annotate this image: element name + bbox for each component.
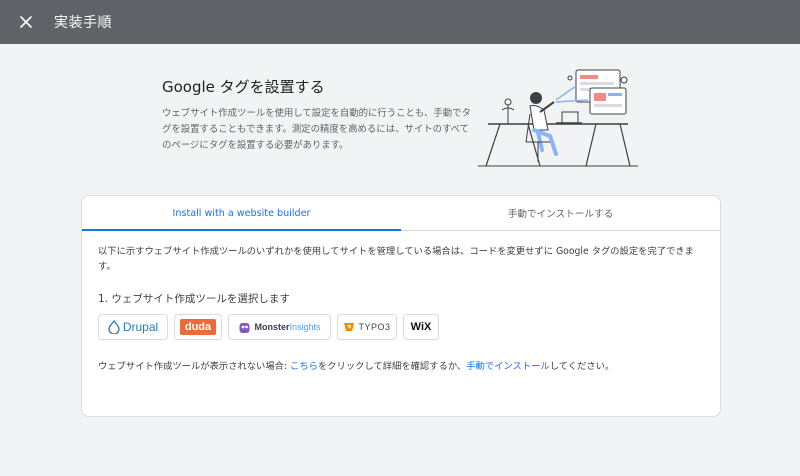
more-info-link[interactable]: こちら: [290, 361, 318, 372]
step-title: 1. ウェブサイト作成ツールを選択します: [98, 293, 290, 305]
typo3-icon: [344, 323, 355, 331]
manual-install-link[interactable]: 手動でインストール: [466, 361, 550, 372]
drupal-drop-icon: [108, 320, 120, 334]
drupal-option[interactable]: Drupal: [98, 314, 168, 340]
tab-manual-install[interactable]: 手動でインストールする: [401, 196, 720, 230]
page-title: 実装手順: [54, 15, 112, 31]
typo3-option[interactable]: TYPO3: [337, 314, 397, 340]
monsterinsights-monster-icon: [239, 322, 250, 333]
tab-website-builder[interactable]: Install with a website builder: [82, 196, 401, 231]
wix-option[interactable]: WiX: [403, 314, 439, 340]
top-app-bar: 実装手順: [0, 0, 800, 44]
person-at-desk-illustration: [478, 69, 638, 167]
tab-panel-website-builder: 以下に示すウェブサイト作成ツールのいずれかを使用してサイトを管理している場合は、…: [82, 244, 720, 372]
duda-label: duda: [179, 319, 217, 335]
intro-description: ウェブサイト作成ツールを使用して設定を自動的に行うことも、手動でタグを設置するこ…: [162, 108, 471, 151]
close-icon: [20, 16, 32, 28]
close-button[interactable]: [4, 0, 48, 44]
monsterinsights-label: MonsterInsights: [254, 322, 321, 332]
wix-label: WiX: [410, 321, 432, 333]
typo3-label: TYPO3: [358, 322, 391, 332]
builder-description: 以下に示すウェブサイト作成ツールのいずれかを使用してサイトを管理している場合は、…: [98, 246, 694, 272]
install-tabs: Install with a website builder 手動でインストール…: [82, 196, 720, 231]
intro-title: Google タグを設置する: [162, 78, 325, 96]
builder-logo-list: Drupal duda MonsterInsights TYPO3 WiX: [98, 314, 704, 340]
drupal-label: Drupal: [122, 320, 159, 334]
install-card: Install with a website builder 手動でインストール…: [81, 195, 721, 417]
monsterinsights-option[interactable]: MonsterInsights: [228, 314, 331, 340]
duda-option[interactable]: duda: [174, 314, 222, 340]
builder-footer-text: ウェブサイト作成ツールが表示されない場合: こちらをクリックして詳細を確認するか…: [98, 361, 615, 372]
